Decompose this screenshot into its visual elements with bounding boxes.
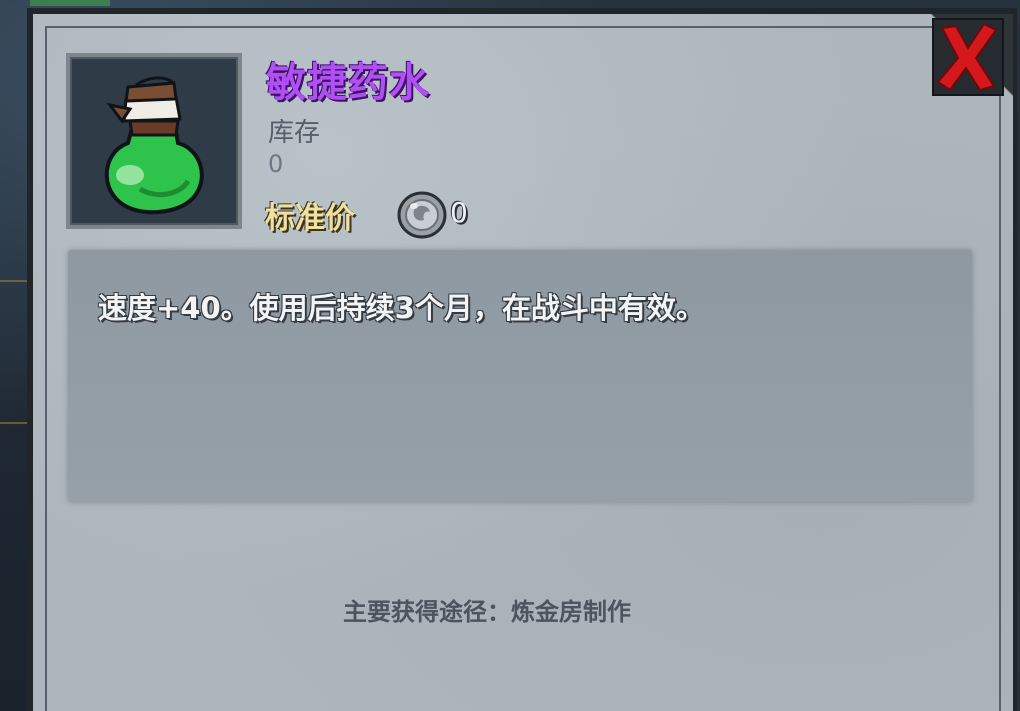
- item-title: 敏捷药水: [266, 60, 430, 106]
- green-potion-icon: [104, 76, 204, 215]
- acquisition-source: 主要获得途径：炼金房制作: [343, 598, 631, 626]
- item-icon-frame: [66, 53, 242, 229]
- background-status-strip: [30, 0, 110, 6]
- silver-coin-icon: [397, 191, 447, 239]
- close-x-icon: [936, 22, 998, 92]
- price-label: 标准价: [265, 201, 355, 236]
- price-value: 0: [450, 196, 468, 229]
- close-button[interactable]: [932, 18, 1004, 96]
- item-description: 速度+40。使用后持续3个月，在战斗中有效。: [98, 291, 705, 325]
- stock-label: 库存: [268, 118, 321, 148]
- stock-value: 0: [268, 150, 284, 178]
